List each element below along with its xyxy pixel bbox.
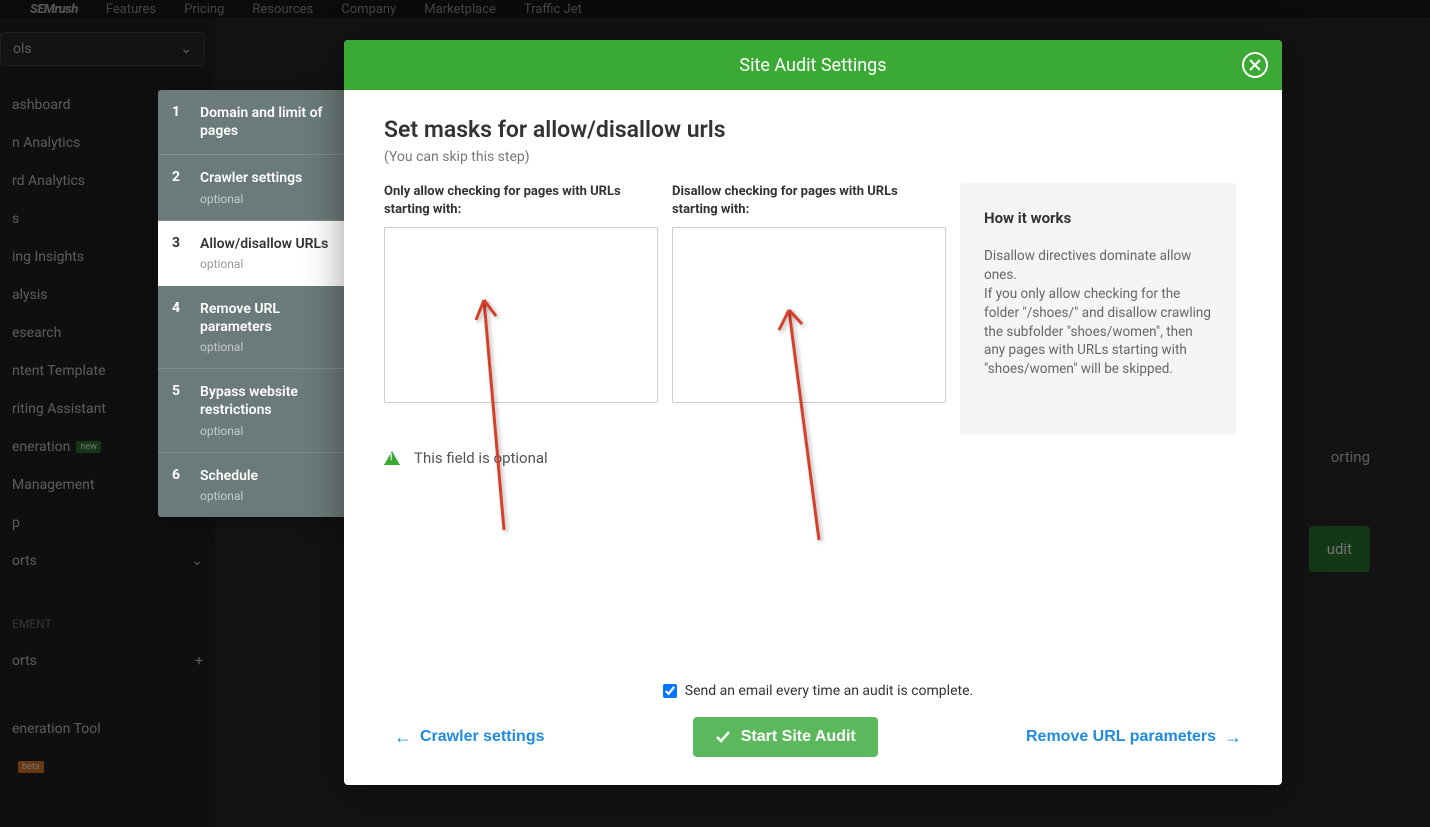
next-button-label: Remove URL parameters	[1026, 728, 1216, 746]
start-site-audit-button[interactable]: Start Site Audit	[693, 717, 878, 757]
step-remove-url-params[interactable]: 4 Remove URL parameters optional	[158, 286, 344, 369]
step-number: 4	[172, 300, 186, 354]
site-audit-settings-modal: Site Audit Settings Set masks for allow/…	[344, 40, 1282, 785]
step-title: Crawler settings	[200, 169, 332, 187]
disallow-urls-input[interactable]	[672, 227, 946, 403]
step-crawler-settings[interactable]: 2 Crawler settings optional	[158, 155, 344, 220]
how-it-works-body: Disallow directives dominate allow ones.…	[984, 247, 1212, 379]
warning-icon	[384, 451, 400, 465]
step-number: 3	[172, 235, 186, 271]
step-domain-limit[interactable]: 1 Domain and limit of pages	[158, 90, 344, 155]
step-optional: optional	[200, 192, 332, 206]
step-title: Allow/disallow URLs	[200, 235, 332, 253]
email-notify-checkbox[interactable]	[663, 684, 677, 698]
step-number: 6	[172, 467, 186, 503]
optional-note-text: This field is optional	[414, 449, 548, 467]
modal-body: Set masks for allow/disallow urls (You c…	[344, 90, 1282, 683]
disallow-label: Disallow checking for pages with URLs st…	[672, 183, 946, 219]
modal-title: Site Audit Settings	[739, 55, 886, 76]
email-notify-label: Send an email every time an audit is com…	[685, 683, 973, 699]
primary-button-label: Start Site Audit	[741, 728, 856, 746]
step-title: Schedule	[200, 467, 332, 485]
check-icon	[715, 729, 731, 745]
page-title: Set masks for allow/disallow urls	[384, 116, 1242, 143]
arrow-right-icon: →	[1224, 727, 1242, 748]
how-it-works-panel: How it works Disallow directives dominat…	[960, 183, 1236, 435]
allow-label: Only allow checking for pages with URLs …	[384, 183, 658, 219]
back-button[interactable]: ← Crawler settings	[394, 727, 544, 748]
skip-note: (You can skip this step)	[384, 149, 1242, 165]
step-number: 5	[172, 383, 186, 437]
how-it-works-title: How it works	[984, 209, 1212, 227]
optional-field-note: This field is optional	[384, 449, 1242, 467]
step-title: Domain and limit of pages	[200, 104, 332, 140]
modal-header: Site Audit Settings	[344, 40, 1282, 90]
step-title: Bypass website restrictions	[200, 383, 332, 419]
step-number: 2	[172, 169, 186, 205]
close-button[interactable]	[1242, 52, 1268, 78]
step-optional: optional	[200, 424, 332, 438]
step-optional: optional	[200, 257, 332, 271]
step-allow-disallow[interactable]: 3 Allow/disallow URLs optional	[158, 221, 344, 286]
next-button[interactable]: Remove URL parameters →	[1026, 727, 1242, 748]
step-optional: optional	[200, 489, 332, 503]
allow-urls-input[interactable]	[384, 227, 658, 403]
arrow-left-icon: ←	[394, 727, 412, 748]
step-title: Remove URL parameters	[200, 300, 332, 336]
back-button-label: Crawler settings	[420, 728, 544, 746]
wizard-steps-panel: 1 Domain and limit of pages 2 Crawler se…	[158, 90, 344, 517]
close-icon	[1249, 59, 1261, 71]
step-number: 1	[172, 104, 186, 140]
step-bypass-restrictions[interactable]: 5 Bypass website restrictions optional	[158, 369, 344, 452]
step-schedule[interactable]: 6 Schedule optional	[158, 453, 344, 517]
step-optional: optional	[200, 340, 332, 354]
modal-footer: Send an email every time an audit is com…	[344, 683, 1282, 785]
